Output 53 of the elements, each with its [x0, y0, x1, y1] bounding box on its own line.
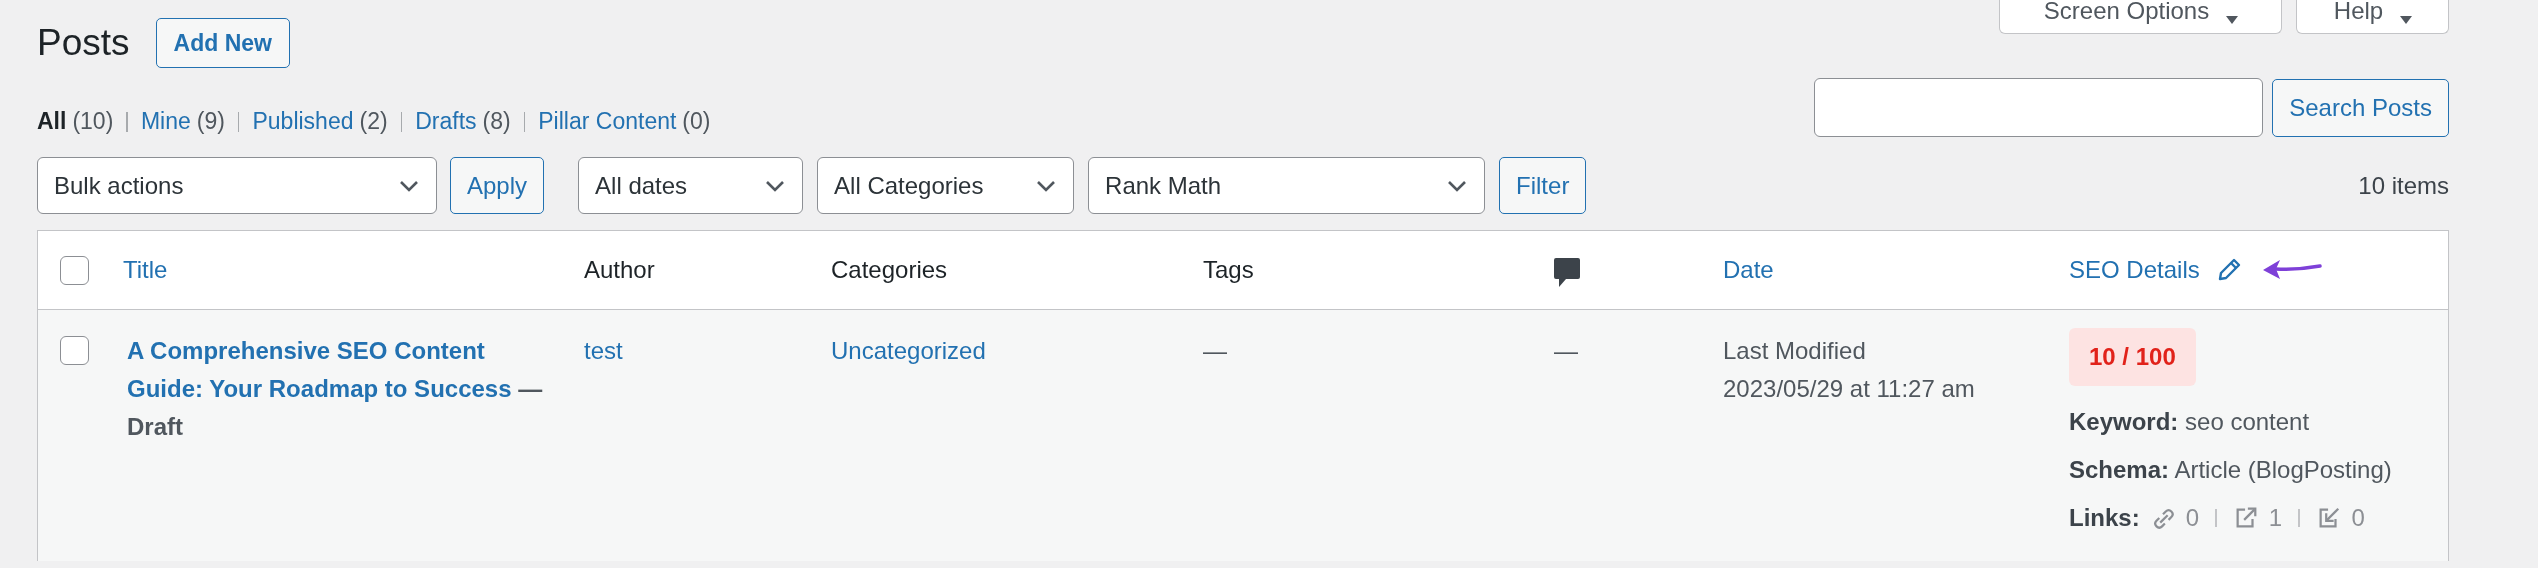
- seo-score-badge: 10 / 100: [2069, 328, 2196, 386]
- view-count: (10): [72, 108, 114, 135]
- view-count: (9): [196, 108, 225, 135]
- triangle-icon: [2399, 15, 2414, 25]
- post-title[interactable]: A Comprehensive SEO Content Guide: Your Roadmap to Success — Draft: [123, 332, 567, 446]
- column-header-link[interactable]: SEO Details: [2069, 256, 2200, 284]
- view-count: (0): [682, 108, 711, 135]
- view-count: (8): [482, 108, 511, 135]
- tags-value: —: [1203, 336, 1227, 366]
- chevron-icon: [764, 178, 787, 193]
- chevron-icon: [398, 178, 420, 193]
- view-link[interactable]: Pillar Content: [538, 108, 677, 135]
- comment-bubble-icon: [1554, 258, 1580, 288]
- view-link[interactable]: Published: [252, 108, 354, 135]
- links-label: Links:: [2069, 503, 2140, 533]
- view-count: (2): [359, 108, 388, 135]
- view-link[interactable]: All: [37, 108, 67, 135]
- comments-value: —: [1554, 336, 1578, 366]
- screen-meta-toggle[interactable]: Screen Options: [1999, 0, 2282, 34]
- column-header: Author: [584, 256, 655, 284]
- date-value: 2023/05/29 at 11:27 am: [1723, 374, 1975, 404]
- arrow-icon: [2262, 260, 2322, 279]
- dropdown[interactable]: Bulk actions: [37, 157, 437, 214]
- dropdown[interactable]: All Categories: [817, 157, 1075, 214]
- item-count: 10 items: [2358, 171, 2449, 200]
- keyword-line: Keyword: seo content: [2069, 407, 2310, 437]
- search-posts-button[interactable]: Search Posts: [2272, 78, 2449, 137]
- view-link[interactable]: Drafts: [415, 108, 477, 135]
- column-header-link[interactable]: Title: [123, 256, 168, 284]
- chevron-icon: [1035, 178, 1058, 193]
- checkbox[interactable]: [60, 336, 89, 365]
- column-header: Tags: [1203, 256, 1254, 284]
- triangle-icon: [2225, 15, 2240, 25]
- dropdown[interactable]: Rank Math: [1088, 157, 1486, 214]
- filter-button[interactable]: Filter: [1499, 157, 1587, 214]
- chevron-icon: [1446, 178, 1469, 193]
- page-title: Posts: [37, 21, 130, 65]
- view-link[interactable]: Mine: [140, 108, 191, 135]
- author-link[interactable]: test: [584, 332, 623, 370]
- link-count: 0: [2185, 503, 2200, 533]
- apply-button[interactable]: Apply: [450, 157, 545, 214]
- add-new-button[interactable]: Add New: [155, 18, 290, 68]
- search-field[interactable]: [1814, 78, 2264, 137]
- link-count: 0: [2351, 503, 2365, 533]
- column-header: Categories: [831, 256, 948, 284]
- schema-line: Schema: Article (BlogPosting): [2069, 455, 2392, 485]
- category-link[interactable]: Uncategorized: [831, 332, 986, 370]
- date-label: Last Modified: [1723, 336, 1866, 366]
- screen-meta-toggle[interactable]: Help: [2296, 0, 2449, 34]
- checkbox[interactable]: [60, 255, 89, 285]
- dropdown[interactable]: All dates: [578, 157, 804, 214]
- column-header-link[interactable]: Date: [1723, 256, 1774, 284]
- link-count: 1: [2268, 503, 2282, 533]
